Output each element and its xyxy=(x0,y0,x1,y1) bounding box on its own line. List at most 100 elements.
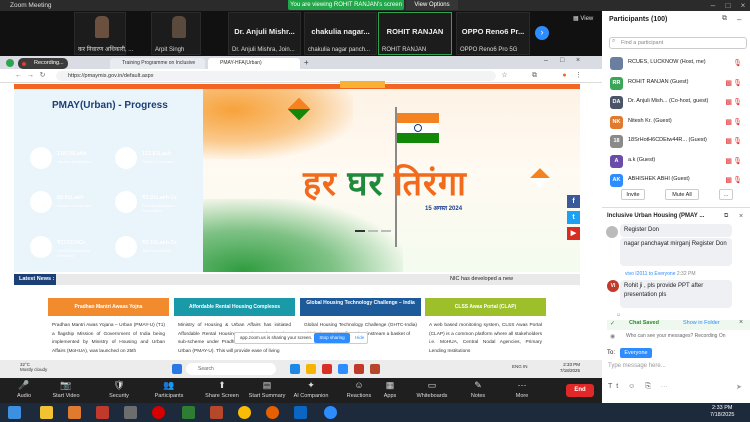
extensions-icon[interactable]: ⧉ xyxy=(530,71,539,80)
system-clock[interactable]: 2:33 PM 7/18/2025 xyxy=(710,405,734,419)
section-pmay[interactable]: Pradhan Mantri Awaas Yojna xyxy=(48,298,169,316)
chrome-icon[interactable] xyxy=(322,364,332,374)
header-tab[interactable] xyxy=(340,81,385,88)
stat-card[interactable]: 118.26Lakh Houses Sanctioned xyxy=(26,142,98,175)
latest-news-text[interactable]: NIC has developed a new xyxy=(450,274,513,285)
video-tile[interactable]: Dr. Anjuli Mishr... Dr. Anjuli Mishra, J… xyxy=(228,12,301,55)
reload-icon[interactable]: ↻ xyxy=(38,71,47,80)
participant-row[interactable]: DA Dr. Anjuli Mish... (Co-host, guest) ▩ 🎙 xyxy=(610,93,748,112)
next-page-arrow-icon[interactable]: › xyxy=(535,26,549,40)
file-explorer-icon[interactable] xyxy=(40,406,53,419)
stat-card[interactable]: ₹2.01Lakh Cr. Central Assistance Committe… xyxy=(111,186,183,219)
stop-sharing-button[interactable]: Stop sharing xyxy=(314,333,350,343)
chat-tools-icons[interactable]: Tt ☺ ⎘ ⋯ xyxy=(608,383,672,391)
chat-message[interactable]: nagar panchayat mirganj Register Don xyxy=(620,238,732,266)
url-field[interactable]: https://pmaymis.gov.in/default.aspx xyxy=(56,71,496,81)
chat-input[interactable]: Type message here... xyxy=(608,363,666,369)
zoom-icon[interactable] xyxy=(338,364,348,374)
close-icon[interactable]: × xyxy=(736,0,750,11)
video-tile[interactable]: chakulia nagar... chakulia nagar panch..… xyxy=(304,12,377,55)
folder-icon[interactable] xyxy=(306,364,316,374)
weather-widget[interactable]: 32°C Mostly cloudy xyxy=(20,362,47,372)
minimize-icon[interactable]: – xyxy=(706,0,720,11)
participant-row[interactable]: AK ABHISHEK ABHI (Guest) ▩ 🎙 xyxy=(610,171,748,190)
participant-row[interactable]: 18 18SrHotH6CDEtw44R... (Guest) ▩ 🎙 xyxy=(610,132,748,151)
app-icon[interactable] xyxy=(124,406,137,419)
stat-card[interactable]: 112.81Lakh Houses Grounded xyxy=(111,142,183,175)
close-panel-icon[interactable]: – xyxy=(737,15,741,24)
chrome-icon[interactable] xyxy=(238,406,251,419)
video-tile-active-speaker[interactable]: ROHIT RANJAN ROHIT RANJAN xyxy=(378,12,452,55)
reaction-icon[interactable]: ☺ xyxy=(616,312,621,318)
toolbar-share-screen-button[interactable]: ⬆ Share Screen xyxy=(200,380,244,399)
edge-icon[interactable] xyxy=(290,364,300,374)
browser-tab-active[interactable]: PMAY-HFA(Urban) xyxy=(208,58,300,69)
video-tile[interactable]: OPPO Reno6 Pr... OPPO Reno6 Pro 5G xyxy=(456,12,530,55)
windows-start-icon[interactable] xyxy=(8,406,21,419)
participant-row[interactable]: RR ROHIT RANJAN (Guest) ▩ 🎙 xyxy=(610,74,748,93)
powerpoint-icon[interactable] xyxy=(210,406,223,419)
close-icon[interactable]: × xyxy=(576,57,580,64)
participant-row[interactable]: Aa.k (Guest) ▩ 🎙 xyxy=(610,152,748,171)
forward-icon[interactable]: → xyxy=(26,71,35,80)
pdf-icon[interactable] xyxy=(354,364,364,374)
send-icon[interactable]: ➤ xyxy=(736,383,742,391)
menu-icon[interactable]: ⋮ xyxy=(574,71,583,80)
chat-message[interactable]: Register Don xyxy=(620,224,732,237)
browser-tab[interactable]: Training Programme on Inclusive xyxy=(110,58,205,69)
stat-card[interactable]: ₹8.15Lakh Cr. Total Investment xyxy=(111,231,183,264)
minimize-icon[interactable]: – xyxy=(544,57,548,64)
new-tab-icon[interactable]: + xyxy=(304,58,309,67)
facebook-icon[interactable]: f xyxy=(567,195,580,208)
participant-search-input[interactable]: Find a participant xyxy=(609,37,747,49)
profile-icon[interactable]: ● xyxy=(560,71,569,80)
twitter-icon[interactable]: t xyxy=(567,211,580,224)
popout-icon[interactable]: ⧉ xyxy=(724,213,728,220)
show-in-folder-link[interactable]: Show in Folder xyxy=(683,320,720,326)
chat-message[interactable]: Rohit ji , pls provide PPT after present… xyxy=(620,280,732,308)
section-clap[interactable]: CLSS Awas Portal (CLAP) xyxy=(425,298,546,316)
opera-icon[interactable] xyxy=(152,406,165,419)
video-tile[interactable]: Arpit Singh xyxy=(151,12,201,55)
view-options-button[interactable]: View Options xyxy=(406,0,458,10)
toolbar-participants-button[interactable]: 👥 Participants xyxy=(147,380,191,399)
chat-visibility-info[interactable]: Who can see your messages? Recording On xyxy=(626,333,726,339)
toolbar-notes-button[interactable]: ✎ Notes xyxy=(456,380,500,399)
taskbar-search[interactable]: Search xyxy=(186,363,276,375)
har-ghar-tiranga-banner[interactable]: हर घर तिरंगा 15 अगस्त 2024 xyxy=(203,89,580,272)
toolbar-security-button[interactable]: 🛡 Security xyxy=(97,380,141,399)
popout-icon[interactable]: ⧉ xyxy=(722,15,727,23)
close-chat-icon[interactable]: × xyxy=(739,213,743,220)
toolbar-whiteboards-button[interactable]: ▭ Whiteboards xyxy=(410,380,454,399)
media-player-icon[interactable] xyxy=(96,406,109,419)
more-options-button[interactable]: … xyxy=(719,189,733,200)
participant-row[interactable]: NK Nitesh Kr. (Guest) ▩ 🎙 xyxy=(610,113,748,132)
app-icon[interactable] xyxy=(294,406,307,419)
carousel-dot[interactable] xyxy=(368,230,378,232)
youtube-icon[interactable]: ▶ xyxy=(567,227,580,240)
zoom-icon[interactable] xyxy=(324,406,337,419)
mute-all-button[interactable]: Mute All xyxy=(665,189,699,200)
toolbar-more-button[interactable]: ⋯ More xyxy=(500,380,544,399)
toolbar-audio-button[interactable]: 🎤 Audio xyxy=(2,380,46,399)
section-ghtc[interactable]: Global Housing Technology Challenge – In… xyxy=(300,298,421,316)
end-meeting-button[interactable]: End xyxy=(566,384,594,397)
back-icon[interactable]: ← xyxy=(14,71,23,80)
video-tile[interactable]: कर निवारण अधिकारी, ... xyxy=(74,12,133,55)
carousel-dot[interactable] xyxy=(355,230,365,232)
toolbar-ai-companion-button[interactable]: ✦ AI Companion xyxy=(289,380,333,399)
participant-row[interactable]: RCUES, LUCKNOW (Host, me) 🎙 xyxy=(610,54,748,73)
stat-card[interactable]: ₹172334Cr. Central Assistance Released xyxy=(26,231,98,264)
view-button[interactable]: ▦ View xyxy=(573,15,593,22)
powerpoint-icon[interactable] xyxy=(370,364,380,374)
maximize-icon[interactable]: □ xyxy=(721,0,735,11)
hide-link[interactable]: Hide xyxy=(355,332,364,344)
recipient-dropdown[interactable]: Everyone xyxy=(620,348,652,358)
carousel-dot[interactable] xyxy=(381,230,391,232)
windows-start-icon[interactable] xyxy=(172,364,182,374)
star-icon[interactable]: ☆ xyxy=(500,71,509,80)
toolbar-apps-button[interactable]: ▦ Apps xyxy=(368,380,412,399)
invite-button[interactable]: Invite xyxy=(621,189,645,200)
excel-icon[interactable] xyxy=(182,406,195,419)
toolbar-start-video-button[interactable]: 📷 Start Video xyxy=(44,380,88,399)
